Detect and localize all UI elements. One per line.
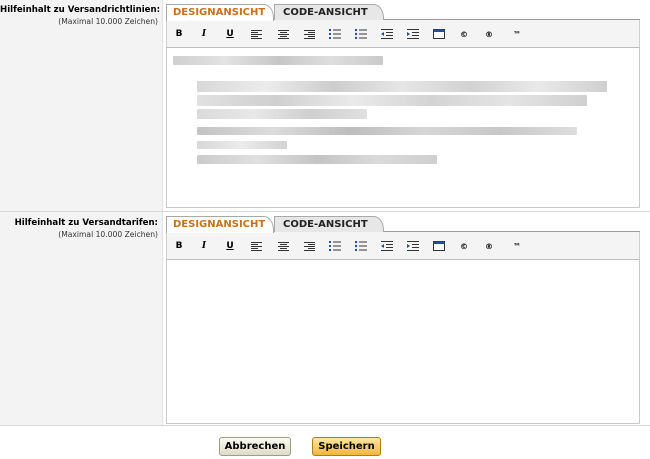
trademark-icon: ™ (513, 241, 521, 251)
italic-icon: I (201, 240, 207, 251)
rich-text-editor: DESIGNANSICHT CODE-ANSICHT B I U © ® ™ (166, 4, 640, 208)
form-row-shipping-rates: Hilfeinhalt zu Versandtarifen: (Maximal … (0, 212, 650, 426)
editor-toolbar: B I U © ® ™ (166, 232, 640, 260)
save-button[interactable]: Speichern (312, 437, 381, 456)
source-window-icon (433, 29, 445, 39)
copyright-button[interactable]: © (455, 26, 473, 42)
outdent-button[interactable] (378, 26, 396, 42)
obscured-text-line (197, 127, 577, 135)
tab-code-view[interactable]: CODE-ANSICHT (274, 4, 384, 20)
align-left-button[interactable] (247, 238, 265, 254)
registered-button[interactable]: ® (480, 238, 498, 254)
field-label: Hilfeinhalt zu Versandrichtlinien: (0, 5, 161, 15)
label-cell: Hilfeinhalt zu Versandrichtlinien: (Maxi… (0, 0, 163, 211)
obscured-text-line (197, 81, 607, 92)
tab-design-view[interactable]: DESIGNANSICHT (166, 4, 274, 21)
italic-button[interactable]: I (195, 26, 213, 42)
label-cell: Hilfeinhalt zu Versandtarifen: (Maximal … (0, 212, 163, 425)
ordered-list-button[interactable] (326, 26, 344, 42)
ordered-list-icon (329, 241, 341, 251)
source-window-button[interactable] (430, 238, 448, 254)
tab-code-view[interactable]: CODE-ANSICHT (274, 216, 384, 232)
bold-button[interactable]: B (170, 26, 188, 42)
form-row-shipping-policy: Hilfeinhalt zu Versandrichtlinien: (Maxi… (0, 0, 650, 212)
italic-button[interactable]: I (195, 238, 213, 254)
underline-icon: U (226, 28, 234, 39)
bold-icon: B (175, 240, 183, 251)
obscured-text-line (197, 155, 437, 164)
registered-button[interactable]: ® (480, 26, 498, 42)
registered-icon: ® (485, 241, 493, 251)
editor-tabs: DESIGNANSICHT CODE-ANSICHT (166, 216, 640, 233)
indent-button[interactable] (404, 26, 422, 42)
align-center-button[interactable] (274, 238, 292, 254)
align-center-icon (277, 29, 289, 39)
align-center-button[interactable] (274, 26, 292, 42)
copyright-icon: © (460, 241, 468, 251)
copyright-icon: © (460, 29, 468, 39)
outdent-icon (381, 29, 393, 39)
align-right-button[interactable] (300, 238, 318, 254)
registered-icon: ® (485, 29, 493, 39)
unordered-list-icon (355, 29, 367, 39)
indent-icon (407, 241, 419, 251)
align-left-icon (250, 29, 262, 39)
editor-content-area[interactable] (166, 48, 640, 208)
underline-icon: U (226, 240, 234, 251)
obscured-text-line (197, 95, 587, 106)
indent-icon (407, 29, 419, 39)
tab-design-view[interactable]: DESIGNANSICHT (166, 216, 274, 233)
italic-icon: I (201, 28, 207, 39)
cancel-button[interactable]: Abbrechen (219, 437, 291, 456)
outdent-icon (381, 241, 393, 251)
ordered-list-icon (329, 29, 341, 39)
unordered-list-button[interactable] (352, 26, 370, 42)
indent-button[interactable] (404, 238, 422, 254)
source-window-button[interactable] (430, 26, 448, 42)
trademark-button[interactable]: ™ (508, 238, 526, 254)
unordered-list-button[interactable] (352, 238, 370, 254)
trademark-button[interactable]: ™ (508, 26, 526, 42)
outdent-button[interactable] (378, 238, 396, 254)
obscured-text-line (197, 109, 367, 119)
underline-button[interactable]: U (221, 26, 239, 42)
unordered-list-icon (355, 241, 367, 251)
rich-text-editor: DESIGNANSICHT CODE-ANSICHT B I U © ® ™ (166, 216, 640, 424)
align-left-button[interactable] (247, 26, 265, 42)
editor-tabs: DESIGNANSICHT CODE-ANSICHT (166, 4, 640, 21)
ordered-list-button[interactable] (326, 238, 344, 254)
trademark-icon: ™ (513, 29, 521, 39)
obscured-text-line (197, 141, 287, 149)
field-hint: (Maximal 10.000 Zeichen) (58, 230, 158, 239)
align-right-button[interactable] (300, 26, 318, 42)
editor-toolbar: B I U © ® ™ (166, 20, 640, 48)
editor-content-area[interactable] (166, 260, 640, 424)
align-right-icon (303, 241, 315, 251)
field-label: Hilfeinhalt zu Versandtarifen: (14, 218, 158, 228)
source-window-icon (433, 241, 445, 251)
bold-icon: B (175, 28, 183, 39)
obscured-text-line (173, 56, 383, 65)
align-right-icon (303, 29, 315, 39)
align-left-icon (250, 241, 262, 251)
underline-button[interactable]: U (221, 238, 239, 254)
field-hint: (Maximal 10.000 Zeichen) (58, 17, 158, 26)
copyright-button[interactable]: © (455, 238, 473, 254)
bold-button[interactable]: B (170, 238, 188, 254)
align-center-icon (277, 241, 289, 251)
